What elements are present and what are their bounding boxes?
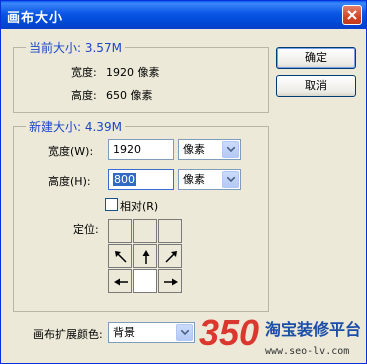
watermark-logo: 350 淘宝装修平台 www.seo-lv.com: [199, 307, 365, 361]
anchor-top-right[interactable]: [158, 219, 182, 243]
arrow-up-icon: [142, 250, 150, 264]
new-width-label: 宽度(W):: [48, 145, 94, 158]
current-width-label: 宽度:: [71, 66, 97, 79]
current-height-label: 高度:: [71, 89, 97, 102]
arrow-left-icon: [114, 278, 128, 286]
anchor-top-left[interactable]: [108, 219, 132, 243]
extension-color-label: 画布扩展颜色:: [33, 328, 103, 341]
current-width-value: 1920 像素: [106, 66, 160, 79]
width-unit-select[interactable]: 像素: [178, 139, 241, 160]
anchor-bottom-left[interactable]: [108, 269, 132, 293]
anchor-center-top[interactable]: [133, 244, 157, 268]
watermark-brand: 淘宝装修平台: [265, 320, 361, 339]
anchor-left[interactable]: [108, 244, 132, 268]
close-icon: [347, 10, 357, 20]
current-height-value: 650 像素: [106, 89, 153, 102]
dropdown-arrow-icon[interactable]: [176, 324, 193, 341]
height-input-value: 800: [113, 173, 136, 186]
dropdown-arrow-icon[interactable]: [222, 171, 239, 188]
canvas-size-dialog: 画布大小 当前大小: 3.57M 宽度: 1920 像素 高度: 650 像素 …: [0, 0, 367, 364]
anchor-top[interactable]: [133, 219, 157, 243]
anchor-bottom-right[interactable]: [158, 269, 182, 293]
current-size-group: [13, 47, 269, 113]
height-unit-value: 像素: [183, 173, 205, 186]
watermark-url: www.seo-lv.com: [265, 346, 349, 357]
arrow-up-right-icon: [165, 251, 177, 263]
height-unit-select[interactable]: 像素: [178, 169, 241, 190]
width-input-value: 1920: [113, 143, 141, 156]
current-size-title: 当前大小: 3.57M: [26, 39, 125, 56]
anchor-label: 定位:: [73, 223, 99, 236]
relative-checkbox[interactable]: [105, 198, 118, 211]
title-bar[interactable]: 画布大小: [1, 1, 366, 29]
anchor-center[interactable]: [133, 269, 157, 293]
extension-color-value: 背景: [113, 326, 135, 339]
arrow-up-left-icon: [115, 251, 127, 263]
height-input[interactable]: 800: [108, 169, 174, 190]
anchor-grid: [108, 219, 183, 294]
new-height-label: 高度(H):: [48, 175, 91, 188]
anchor-right[interactable]: [158, 244, 182, 268]
watermark-number: 350: [199, 312, 259, 353]
dropdown-arrow-icon[interactable]: [222, 141, 239, 158]
cancel-button[interactable]: 取消: [276, 75, 356, 97]
new-size-title: 新建大小: 4.39M: [26, 118, 125, 135]
extension-color-select[interactable]: 背景: [108, 322, 195, 343]
arrow-right-icon: [164, 278, 178, 286]
window-title: 画布大小: [7, 11, 64, 26]
ok-button[interactable]: 确定: [276, 47, 356, 69]
relative-label[interactable]: 相对(R): [120, 198, 158, 214]
width-input[interactable]: 1920: [108, 139, 174, 160]
width-unit-value: 像素: [183, 143, 205, 156]
close-button[interactable]: [342, 5, 362, 25]
